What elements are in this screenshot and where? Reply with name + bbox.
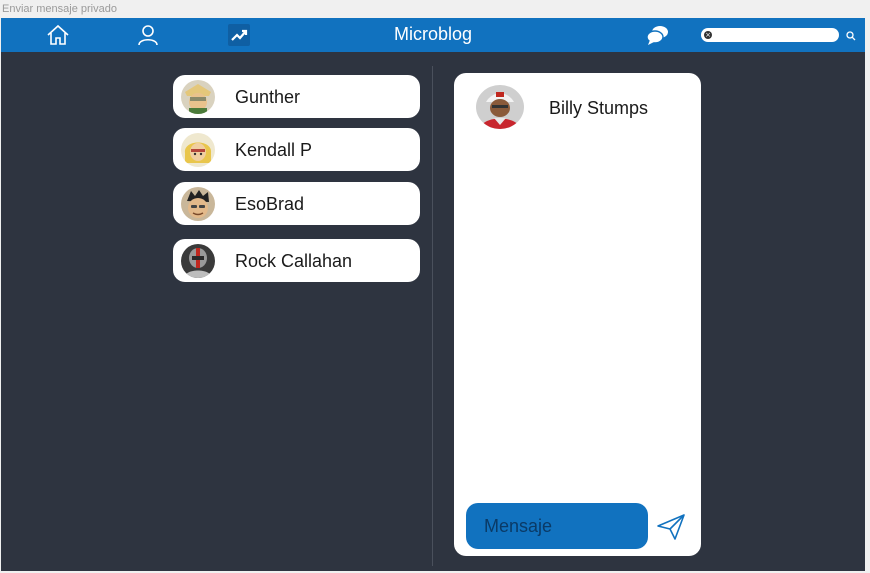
recipient-name: Billy Stumps: [549, 98, 649, 118]
column-divider: [432, 66, 433, 566]
user-icon: [138, 25, 158, 46]
window-caption: Enviar mensaje privado: [2, 3, 117, 15]
contact-item-gunther[interactable]: Gunther: [173, 75, 420, 118]
send-icon: [657, 514, 685, 540]
app-frame: Microblog × Gunther Kendall P EsoBrad Ro…: [1, 18, 865, 571]
top-navigation-bar: Microblog ×: [1, 18, 865, 52]
search-button[interactable]: [845, 29, 857, 41]
home-icon: [47, 24, 69, 45]
avatar: [181, 187, 215, 221]
trending-button[interactable]: [225, 21, 253, 49]
avatar: [181, 244, 215, 278]
contact-name: EsoBrad: [235, 194, 305, 214]
messages-button[interactable]: [644, 21, 672, 49]
search-box: ×: [701, 28, 839, 42]
recipient-avatar: [476, 85, 524, 129]
contact-name: Gunther: [235, 87, 301, 107]
contact-name: Rock Callahan: [235, 251, 353, 271]
avatar: [181, 133, 215, 167]
contact-item-kendall-p[interactable]: Kendall P: [173, 128, 420, 171]
clear-search-icon[interactable]: ×: [704, 31, 712, 39]
search-input[interactable]: [715, 28, 833, 42]
avatar: [181, 80, 215, 114]
search-icon: [846, 31, 856, 41]
contact-item-esobrad[interactable]: EsoBrad: [173, 182, 420, 225]
message-input[interactable]: [466, 503, 648, 549]
chat-bubbles-icon: [646, 26, 668, 45]
chat-panel: Billy Stumps: [454, 73, 701, 556]
contact-name: Kendall P: [235, 140, 313, 160]
contact-item-rock-callahan[interactable]: Rock Callahan: [173, 239, 420, 282]
profile-button[interactable]: [134, 21, 162, 49]
trending-icon: [228, 24, 250, 46]
send-button[interactable]: [656, 513, 686, 541]
home-button[interactable]: [44, 21, 72, 49]
